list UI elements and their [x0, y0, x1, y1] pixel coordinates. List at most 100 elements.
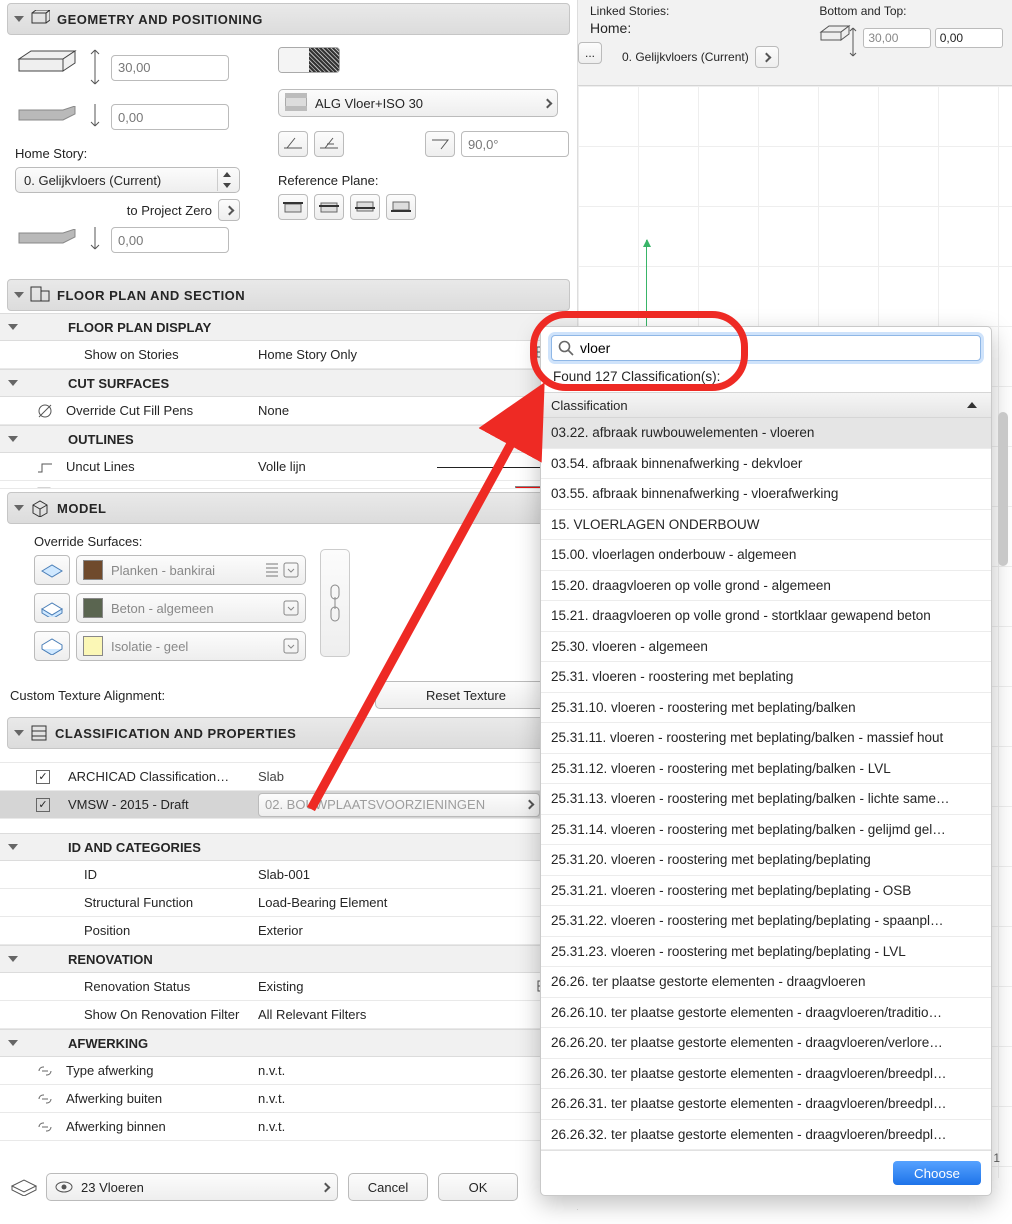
top-offset-field[interactable]: 0,00: [111, 104, 229, 130]
ref-core-top-icon[interactable]: [314, 194, 344, 220]
classification-item[interactable]: 25.31. vloeren - roostering met beplatin…: [541, 662, 991, 693]
classification-item[interactable]: 15. VLOERLAGEN ONDERBOUW: [541, 510, 991, 541]
row-renovation-filter[interactable]: Show On Renovation FilterAll Relevant Fi…: [0, 1001, 577, 1029]
choose-button[interactable]: Choose: [893, 1161, 981, 1185]
classification-item[interactable]: 25.31.23. vloeren - roostering met bepla…: [541, 937, 991, 968]
classification-item[interactable]: 25.31.11. vloeren - roostering met bepla…: [541, 723, 991, 754]
section-header-model[interactable]: MODEL: [7, 492, 570, 524]
surface-side-picker[interactable]: Beton - algemeen: [76, 593, 306, 623]
classification-item[interactable]: 26.26.32. ter plaatse gestorte elementen…: [541, 1120, 991, 1151]
surface-side-icon[interactable]: [34, 593, 70, 623]
row-renovation-status[interactable]: Renovation StatusExisting: [0, 973, 577, 1001]
row-position[interactable]: PositionExterior: [0, 917, 577, 945]
composite-picker[interactable]: ALG Vloer+ISO 30: [278, 89, 558, 117]
surface-bottom-picker[interactable]: Isolatie - geel: [76, 631, 306, 661]
edge-angle-b-icon[interactable]: [314, 131, 344, 157]
story-step-button[interactable]: [755, 46, 779, 68]
classification-icon: [30, 724, 48, 742]
classification-item[interactable]: 26.26.10. ter plaatse gestorte elementen…: [541, 998, 991, 1029]
classification-search[interactable]: [551, 335, 981, 361]
home-story-label: Home Story:: [15, 146, 260, 161]
search-input[interactable]: [580, 340, 974, 356]
model-icon: [30, 499, 50, 517]
collapse-icon: [14, 505, 24, 511]
classification-item[interactable]: 25.31.10. vloeren - roostering met bepla…: [541, 693, 991, 724]
reset-texture-button[interactable]: Reset Texture: [375, 681, 557, 709]
slab-footer-icon: [10, 1176, 38, 1199]
section-header-geometry[interactable]: GEOMETRY AND POSITIONING: [7, 3, 570, 35]
classification-item[interactable]: 15.00. vloerlagen onderbouw - algemeen: [541, 540, 991, 571]
classification-item[interactable]: 26.26.20. ter plaatse gestorte elementen…: [541, 1028, 991, 1059]
group-afwerking[interactable]: AFWERKING: [0, 1029, 577, 1057]
link-icon: [36, 1064, 54, 1078]
group-id-categories[interactable]: ID AND CATEGORIES: [0, 833, 577, 861]
checkbox-checked-icon[interactable]: ✓: [36, 770, 50, 784]
edge-angle-c-icon[interactable]: [425, 131, 455, 157]
row-override-cutfill[interactable]: Override Cut Fill Pens None: [0, 397, 577, 425]
classification-item[interactable]: 26.26. ter plaatse gestorte elementen - …: [541, 967, 991, 998]
group-outlines[interactable]: OUTLINES: [0, 425, 577, 453]
classification-item[interactable]: 25.30. vloeren - algemeen: [541, 632, 991, 663]
cancel-button[interactable]: Cancel: [348, 1173, 428, 1201]
surface-top-picker[interactable]: Planken - bankirai: [76, 555, 306, 585]
classification-item[interactable]: 25.31.14. vloeren - roostering met bepla…: [541, 815, 991, 846]
classification-item[interactable]: 15.20. draagvloeren op volle grond - alg…: [541, 571, 991, 602]
basic-structure-icon[interactable]: [279, 48, 309, 72]
thickness-field[interactable]: 30,00: [111, 55, 229, 81]
classification-list[interactable]: 03.22. afbraak ruwbouwelementen - vloere…: [541, 418, 991, 1151]
search-icon: [558, 340, 574, 356]
ref-bottom-icon[interactable]: [386, 194, 416, 220]
top-value-field[interactable]: 30,00: [863, 28, 931, 48]
classification-row-vmsw[interactable]: ✓ VMSW - 2015 - Draft 02. BOUWPLAATSVOOR…: [0, 791, 577, 819]
ref-core-bottom-icon[interactable]: [350, 194, 380, 220]
ellipsis-button[interactable]: ...: [578, 42, 602, 64]
classification-value-button[interactable]: 02. BOUWPLAATSVOORZIENINGEN: [258, 793, 540, 817]
row-afw-type[interactable]: Type afwerkingn.v.t.: [0, 1057, 577, 1085]
classification-item[interactable]: 25.31.22. vloeren - roostering met bepla…: [541, 906, 991, 937]
layer-combo[interactable]: 23 Vloeren: [46, 1173, 338, 1201]
edge-angle-field[interactable]: 90,0°: [461, 131, 569, 157]
section-header-floorplan[interactable]: FLOOR PLAN AND SECTION: [7, 279, 570, 311]
group-cut-surfaces[interactable]: CUT SURFACES: [0, 369, 577, 397]
collapse-icon: [14, 16, 24, 22]
ok-button[interactable]: OK: [438, 1173, 518, 1201]
chain-surfaces-toggle[interactable]: [320, 549, 350, 657]
classification-item[interactable]: 25.31.20. vloeren - roostering met bepla…: [541, 845, 991, 876]
ref-top-icon[interactable]: [278, 194, 308, 220]
collapse-icon: [14, 730, 24, 736]
home-story-combo[interactable]: 0. Gelijkvloers (Current): [15, 167, 240, 193]
surface-top-icon[interactable]: [34, 555, 70, 585]
reference-plane-segmented[interactable]: [278, 194, 569, 220]
classification-row-archicad[interactable]: ✓ ARCHICAD Classification… Slab: [0, 763, 577, 791]
row-afw-buiten[interactable]: Afwerking buitenn.v.t.: [0, 1085, 577, 1113]
group-floorplan-display[interactable]: FLOOR PLAN DISPLAY: [0, 313, 577, 341]
structure-segmented[interactable]: [278, 47, 340, 73]
classification-item[interactable]: 25.31.21. vloeren - roostering met bepla…: [541, 876, 991, 907]
classification-item[interactable]: 25.31.13. vloeren - roostering met bepla…: [541, 784, 991, 815]
classification-item[interactable]: 15.21. draagvloeren op volle grond - sto…: [541, 601, 991, 632]
row-structural-function[interactable]: Structural FunctionLoad-Bearing Element: [0, 889, 577, 917]
line-sample: [437, 467, 557, 468]
row-uncut-lines[interactable]: Uncut Lines Volle lijn: [0, 453, 577, 481]
project-zero-field[interactable]: 0,00: [111, 227, 229, 253]
project-zero-stepper[interactable]: [218, 199, 240, 221]
popover-scrollbar[interactable]: [998, 412, 1008, 566]
classification-item[interactable]: 03.22. afbraak ruwbouwelementen - vloere…: [541, 418, 991, 449]
right-count: 1: [993, 1151, 1000, 1165]
classification-item[interactable]: 03.54. afbraak binnenafwerking - dekvloe…: [541, 449, 991, 480]
edge-angle-a-icon[interactable]: [278, 131, 308, 157]
checkbox-checked-icon[interactable]: ✓: [36, 798, 50, 812]
classification-item[interactable]: 03.55. afbraak binnenafwerking - vloeraf…: [541, 479, 991, 510]
classification-item[interactable]: 26.26.30. ter plaatse gestorte elementen…: [541, 1059, 991, 1090]
surface-bottom-icon[interactable]: [34, 631, 70, 661]
bottom-value-field[interactable]: 0,00: [935, 28, 1003, 48]
composite-structure-icon[interactable]: [309, 48, 339, 72]
group-renovation[interactable]: RENOVATION: [0, 945, 577, 973]
classification-item[interactable]: 25.31.12. vloeren - roostering met bepla…: [541, 754, 991, 785]
classification-item[interactable]: 26.26.31. ter plaatse gestorte elementen…: [541, 1089, 991, 1120]
classification-column-header[interactable]: Classification: [541, 392, 991, 418]
section-header-classification[interactable]: CLASSIFICATION AND PROPERTIES: [7, 717, 570, 749]
row-id[interactable]: IDSlab-001: [0, 861, 577, 889]
row-show-on-stories[interactable]: Show on Stories Home Story Only: [0, 341, 577, 369]
row-afw-binnen[interactable]: Afwerking binnenn.v.t.: [0, 1113, 577, 1141]
